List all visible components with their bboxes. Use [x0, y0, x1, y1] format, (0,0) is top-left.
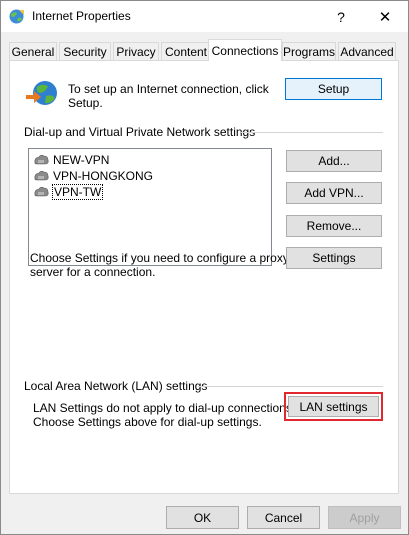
- add-button[interactable]: Add...: [286, 150, 382, 172]
- tab-security[interactable]: Security: [59, 42, 111, 60]
- close-button[interactable]: ✕: [363, 1, 407, 32]
- lan-text-line1: LAN Settings do not apply to dial-up con…: [33, 401, 296, 415]
- tab-programs[interactable]: Programs: [282, 42, 336, 60]
- setup-button[interactable]: Setup: [285, 78, 382, 100]
- settings-button[interactable]: Settings: [286, 247, 382, 269]
- tab-privacy[interactable]: Privacy: [113, 42, 159, 60]
- proxy-text-line1: Choose Settings if you need to configure…: [30, 251, 289, 265]
- remove-button[interactable]: Remove...: [286, 215, 382, 237]
- lan-divider: [198, 386, 383, 387]
- title-bar: Internet Properties ? ✕: [1, 1, 408, 32]
- tab-strip: General Security Privacy Content Connect…: [9, 39, 399, 61]
- connection-label: VPN-TW: [51, 184, 104, 200]
- ok-button[interactable]: OK: [166, 506, 239, 529]
- dialup-divider: [241, 132, 383, 133]
- lan-settings-button[interactable]: LAN settings: [284, 392, 383, 421]
- connections-listbox[interactable]: NEW-VPN VPN-HONGKONG VPN-TW: [28, 148, 272, 266]
- help-button[interactable]: ?: [319, 1, 363, 32]
- internet-globe-icon: [9, 9, 24, 24]
- dialup-connection-icon: [34, 186, 49, 197]
- window-title: Internet Properties: [32, 9, 131, 23]
- connection-label: VPN-HONGKONG: [53, 169, 154, 183]
- proxy-text-line2: server for a connection.: [30, 265, 156, 279]
- setup-text-line1: To set up an Internet connection, click: [68, 82, 269, 96]
- dialup-connection-icon: [34, 154, 49, 165]
- list-item[interactable]: VPN-TW: [33, 184, 104, 200]
- add-vpn-button[interactable]: Add VPN...: [286, 182, 382, 204]
- tab-connections[interactable]: Connections: [208, 39, 282, 61]
- list-item[interactable]: VPN-HONGKONG: [33, 168, 153, 184]
- dialup-heading: Dial-up and Virtual Private Network sett…: [24, 125, 256, 139]
- setup-text-line2: Setup.: [68, 96, 103, 110]
- dialup-connection-icon: [34, 170, 49, 181]
- cancel-button[interactable]: Cancel: [247, 506, 320, 529]
- list-item[interactable]: NEW-VPN: [33, 152, 109, 168]
- tab-advanced[interactable]: Advanced: [338, 42, 396, 60]
- tab-content[interactable]: Content: [161, 42, 211, 60]
- internet-properties-dialog: Internet Properties ? ✕ General Security…: [0, 0, 409, 535]
- apply-button[interactable]: Apply: [328, 506, 401, 529]
- connection-label: NEW-VPN: [53, 153, 110, 167]
- lan-text-line2: Choose Settings above for dial-up settin…: [33, 415, 262, 429]
- lan-heading: Local Area Network (LAN) settings: [24, 379, 208, 393]
- tab-general[interactable]: General: [9, 42, 57, 60]
- network-globe-icon: [26, 81, 57, 105]
